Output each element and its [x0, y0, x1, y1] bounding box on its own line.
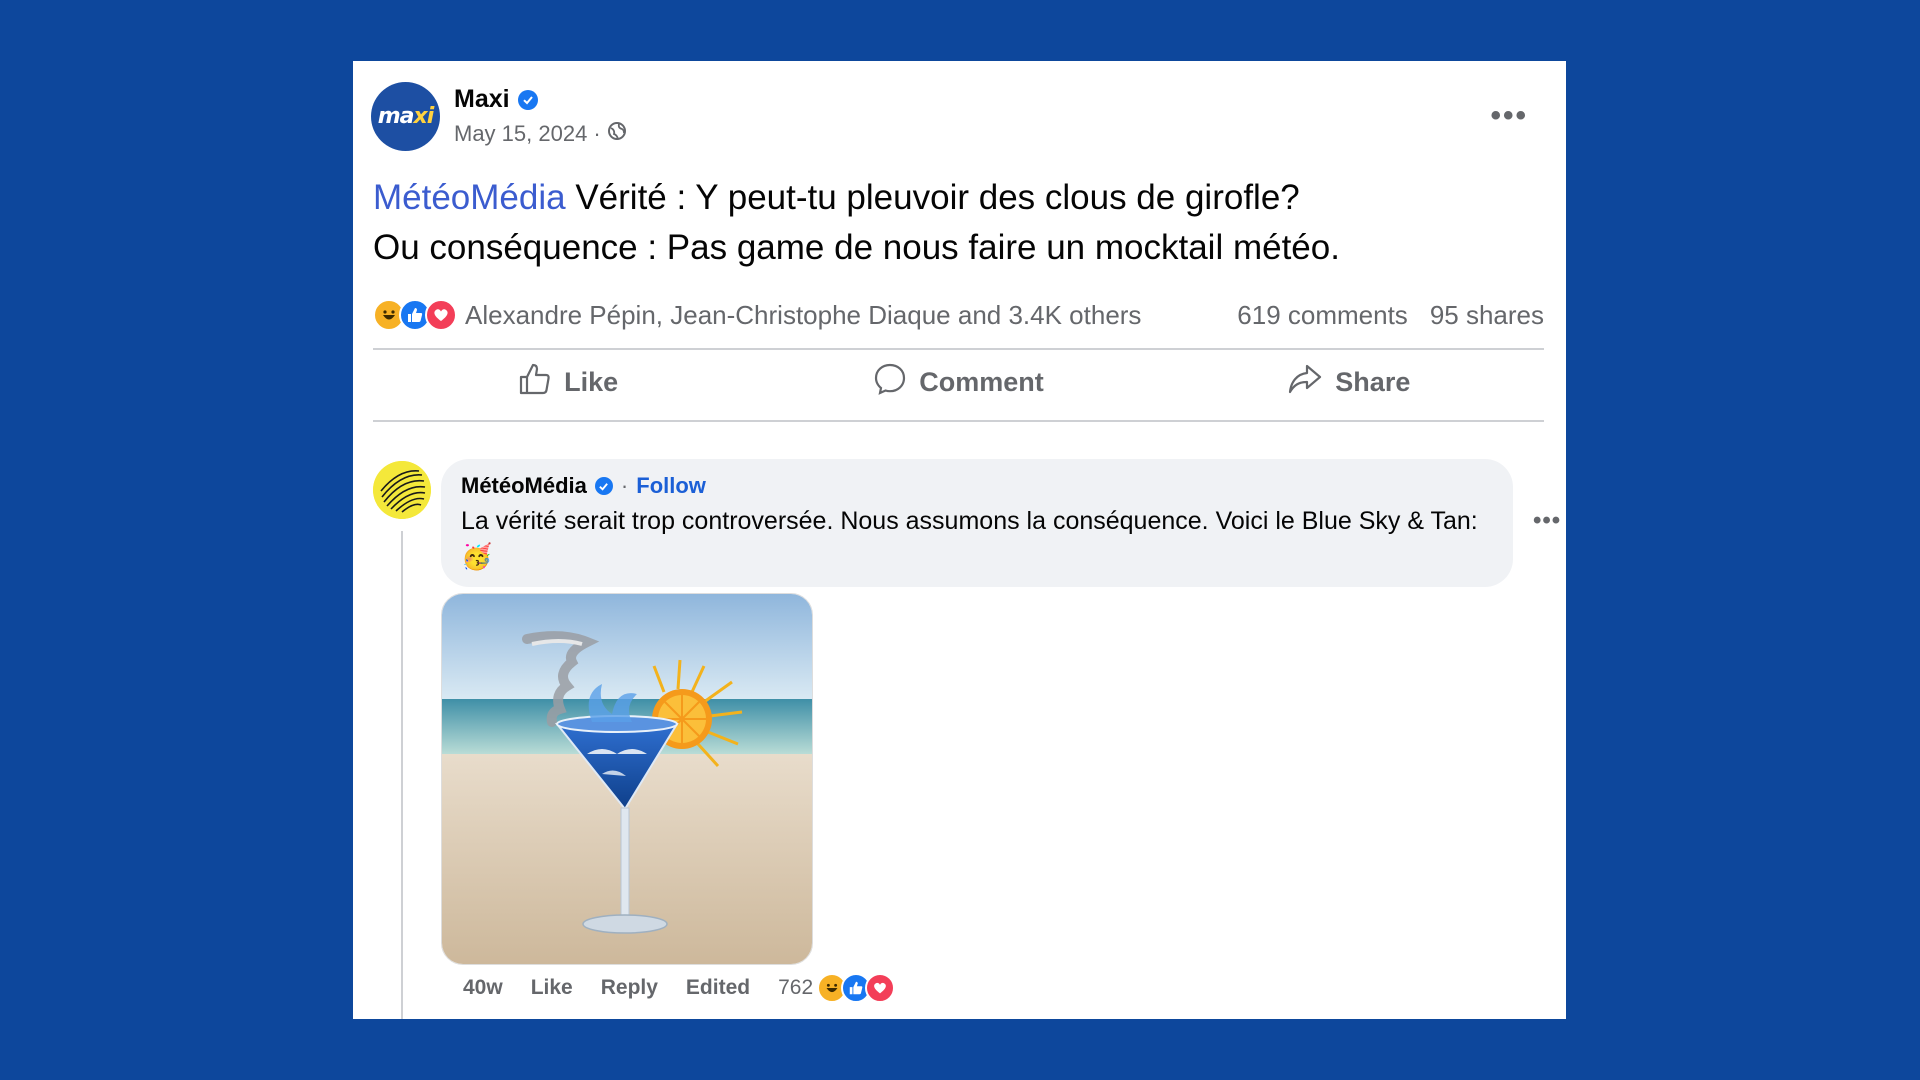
comment-reaction-count: 762 — [778, 976, 814, 999]
comment-header: MétéoMédia · Follow — [461, 473, 1493, 499]
comment-time[interactable]: 40w — [463, 976, 503, 1000]
comment-more-options-icon[interactable]: ••• — [1533, 507, 1561, 535]
divider-bottom — [373, 420, 1544, 422]
verified-badge-icon — [517, 89, 538, 110]
like-button[interactable]: Like — [373, 351, 763, 413]
divider-top — [373, 348, 1544, 350]
globe-icon — [607, 121, 627, 147]
post-text-line-1: MétéoMédia Vérité : Y peut-tu pleuvoir d… — [373, 178, 1300, 217]
engagement-counts: 619 comments 95 shares — [1237, 300, 1544, 331]
comment-label: Comment — [919, 366, 1044, 397]
follow-button[interactable]: Follow — [636, 473, 706, 499]
comment-text: La vérité serait trop controversée. Nous… — [461, 507, 1478, 571]
post-meta: May 15, 2024 · — [454, 121, 627, 147]
post-text: MétéoMédia Vérité : Y peut-tu pleuvoir d… — [373, 173, 1533, 273]
meteomedia-avatar[interactable] — [373, 461, 431, 519]
share-icon — [1287, 362, 1323, 403]
like-label: Like — [564, 366, 619, 397]
comment-reply-button[interactable]: Reply — [601, 976, 658, 1000]
share-button[interactable]: Share — [1154, 351, 1544, 413]
comment-button[interactable]: Comment — [763, 351, 1153, 413]
facebook-post-card: maxi Maxi May 15, 2024 · ••• MétéoMédia … — [353, 61, 1566, 1019]
love-reaction-icon — [425, 299, 457, 331]
comment-edited-label[interactable]: Edited — [686, 976, 750, 1000]
post-date[interactable]: May 15, 2024 — [454, 121, 587, 147]
share-label: Share — [1335, 366, 1411, 397]
thumbs-up-icon — [518, 362, 552, 403]
comment-icon — [873, 362, 907, 403]
reactions-summary: Alexandre Pépin, Jean-Christophe Diaque … — [373, 294, 1544, 336]
comment-footer: 40w Like Reply Edited 762 — [463, 973, 903, 1003]
thread-line — [401, 531, 403, 1019]
comment-reactions[interactable]: 762 — [778, 973, 903, 1003]
mocktail-image[interactable] — [441, 593, 813, 965]
shares-count[interactable]: 95 shares — [1430, 300, 1544, 331]
maxi-logo: maxi — [377, 104, 435, 129]
comment-bubble: MétéoMédia · Follow La vérité serait tro… — [441, 459, 1513, 587]
verified-badge-icon — [594, 477, 613, 495]
reaction-names[interactable]: Alexandre Pépin, Jean-Christophe Diaque … — [465, 300, 1237, 331]
post-more-options-icon[interactable]: ••• — [1490, 101, 1528, 131]
comment-author-name[interactable]: MétéoMédia — [461, 473, 587, 499]
post-author[interactable]: Maxi — [454, 85, 538, 114]
comments-count[interactable]: 619 comments — [1237, 300, 1408, 331]
post-text-line-2: Ou conséquence : Pas game de nous faire … — [373, 228, 1340, 267]
comment-like-button[interactable]: Like — [531, 976, 573, 1000]
maxi-avatar[interactable]: maxi — [371, 82, 440, 151]
love-reaction-icon — [865, 973, 896, 1003]
meta-separator: · — [593, 121, 601, 146]
reaction-icons[interactable] — [373, 299, 457, 331]
post-author-name[interactable]: Maxi — [454, 85, 510, 114]
mention-link[interactable]: MétéoMédia — [373, 178, 566, 217]
post-actions: Like Comment Share — [373, 351, 1544, 413]
comment-separator: · — [620, 473, 629, 498]
comment-reaction-icons — [817, 973, 896, 1003]
